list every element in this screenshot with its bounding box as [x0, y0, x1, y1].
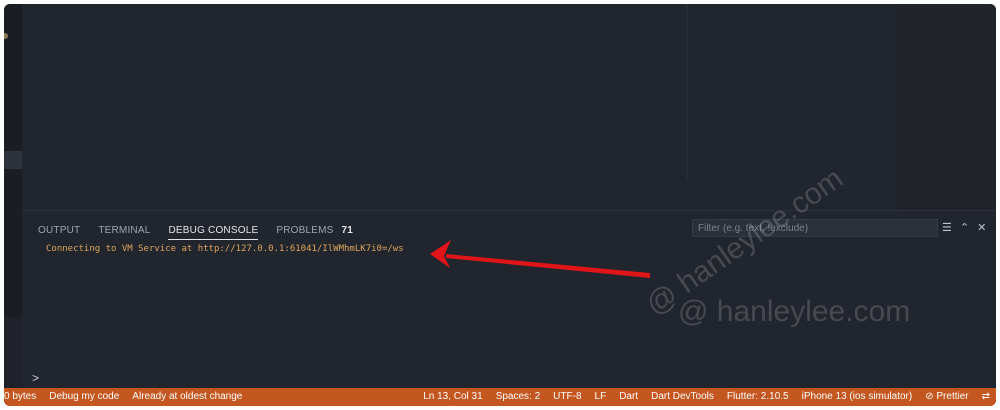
- panel-actions: ☰ ⌃ ✕: [942, 221, 986, 234]
- status-bar: 0 bytes Debug my code Already at oldest …: [4, 388, 996, 406]
- maximize-panel-icon[interactable]: ⌃: [960, 221, 969, 234]
- activity-bar: [4, 4, 22, 317]
- status-prettier[interactable]: ⊘ Prettier: [925, 391, 968, 402]
- activity-dot-icon: [4, 33, 8, 39]
- panel-tabs: OUTPUT TERMINAL DEBUG CONSOLE PROBLEMS 7…: [38, 225, 353, 240]
- editor-area[interactable]: [22, 4, 996, 210]
- status-device[interactable]: iPhone 13 (ios simulator): [802, 391, 913, 402]
- tab-terminal[interactable]: TERMINAL: [98, 225, 150, 240]
- status-debug-mode[interactable]: Debug my code: [49, 391, 119, 402]
- status-indentation[interactable]: Spaces: 2: [496, 391, 540, 402]
- status-cursor-position[interactable]: Ln 13, Col 31: [423, 391, 483, 402]
- tab-debug-console[interactable]: DEBUG CONSOLE: [168, 225, 259, 240]
- status-eol[interactable]: LF: [595, 391, 607, 402]
- console-prompt[interactable]: >: [32, 371, 39, 385]
- vscode-window: OUTPUT TERMINAL DEBUG CONSOLE PROBLEMS 7…: [4, 4, 996, 406]
- tab-problems[interactable]: PROBLEMS: [276, 225, 333, 240]
- tab-output[interactable]: OUTPUT: [38, 225, 80, 240]
- editor-divider: [687, 4, 688, 180]
- console-output-line: Connecting to VM Service at http://127.0…: [46, 244, 404, 254]
- status-language[interactable]: Dart: [619, 391, 638, 402]
- close-panel-icon[interactable]: ✕: [977, 221, 986, 234]
- clear-console-icon[interactable]: ☰: [942, 221, 952, 234]
- status-message: Already at oldest change: [132, 391, 243, 402]
- activity-item-selected[interactable]: [4, 151, 22, 169]
- problems-count-badge: 71: [341, 225, 354, 236]
- status-devtools[interactable]: Dart DevTools: [651, 391, 714, 402]
- notifications-icon[interactable]: ⇄: [982, 391, 990, 402]
- watermark-horizontal: @ hanleylee.com: [678, 295, 911, 328]
- minimap[interactable]: [897, 4, 996, 210]
- status-encoding[interactable]: UTF-8: [553, 391, 581, 402]
- status-memory[interactable]: 0 bytes: [4, 391, 36, 402]
- status-flutter-version[interactable]: Flutter: 2.10.5: [727, 391, 789, 402]
